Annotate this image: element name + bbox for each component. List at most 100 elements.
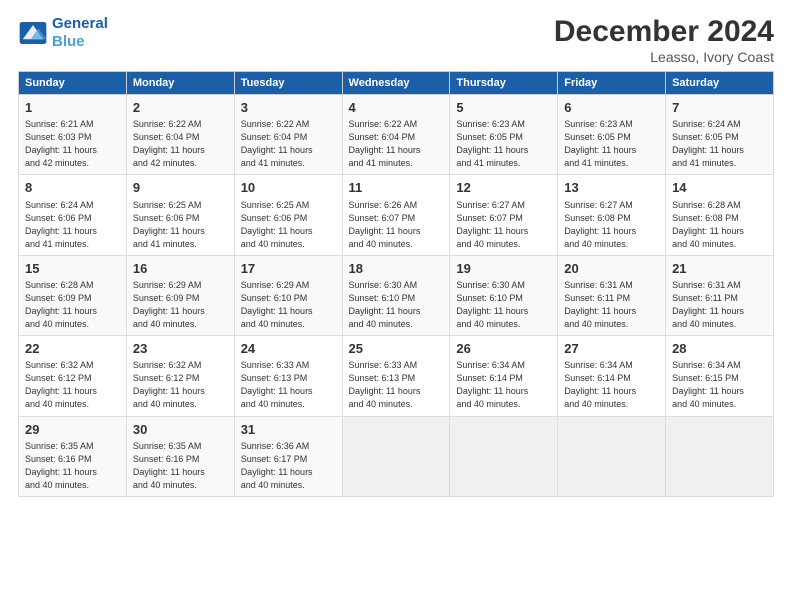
calendar-page: General Blue December 2024 Leasso, Ivory… [0, 0, 792, 612]
col-header-monday: Monday [126, 72, 234, 95]
day-number: 11 [349, 179, 444, 197]
month-title: December 2024 [554, 15, 774, 49]
day-number: 12 [456, 179, 551, 197]
day-cell: 9 Sunrise: 6:25 AM Sunset: 6:06 PM Daylig… [126, 175, 234, 255]
day-info: Sunrise: 6:34 AM Sunset: 6:14 PM Dayligh… [456, 359, 551, 411]
day-number: 18 [349, 260, 444, 278]
day-number: 17 [241, 260, 336, 278]
day-number: 27 [564, 340, 659, 358]
day-number: 21 [672, 260, 767, 278]
day-cell [342, 416, 450, 496]
logo-icon [18, 22, 48, 44]
day-number: 28 [672, 340, 767, 358]
day-cell: 23Sunrise: 6:32 AM Sunset: 6:12 PM Dayli… [126, 336, 234, 416]
day-cell: 29Sunrise: 6:35 AM Sunset: 6:16 PM Dayli… [19, 416, 127, 496]
day-cell: 13Sunrise: 6:27 AM Sunset: 6:08 PM Dayli… [558, 175, 666, 255]
day-cell: 8Sunrise: 6:24 AM Sunset: 6:06 PM Daylig… [19, 175, 127, 255]
day-cell: 3Sunrise: 6:22 AM Sunset: 6:04 PM Daylig… [234, 95, 342, 175]
week-row-4: 22 Sunrise: 6:32 AM Sunset: 6:12 PM Dayli… [19, 336, 774, 416]
day-cell [558, 416, 666, 496]
day-info: Sunrise: 6:35 AM Sunset: 6:16 PM Dayligh… [25, 440, 120, 492]
location-subtitle: Leasso, Ivory Coast [554, 49, 774, 65]
day-info: Sunrise: 6:35 AM Sunset: 6:16 PM Dayligh… [133, 440, 228, 492]
day-number: 25 [349, 340, 444, 358]
day-cell: 21Sunrise: 6:31 AM Sunset: 6:11 PM Dayli… [666, 255, 774, 335]
header: General Blue December 2024 Leasso, Ivory… [18, 15, 774, 65]
day-info: Sunrise: 6:32 AM Sunset: 6:12 PM Dayligh… [133, 359, 228, 411]
day-info: Sunrise: 6:27 AM Sunset: 6:07 PM Dayligh… [456, 199, 551, 251]
day-number: 26 [456, 340, 551, 358]
day-cell: 11 Sunrise: 6:26 AM Sunset: 6:07 PM Dayli… [342, 175, 450, 255]
day-number: 20 [564, 260, 659, 278]
day-cell: 14 Sunrise: 6:28 AM Sunset: 6:08 PM Dayli… [666, 175, 774, 255]
day-cell: 19Sunrise: 6:30 AM Sunset: 6:10 PM Dayli… [450, 255, 558, 335]
day-cell: 12 Sunrise: 6:27 AM Sunset: 6:07 PM Dayli… [450, 175, 558, 255]
day-info: Sunrise: 6:29 AM Sunset: 6:09 PM Dayligh… [133, 279, 228, 331]
day-info: Sunrise: 6:25 AM Sunset: 6:06 PM Dayligh… [133, 199, 228, 251]
day-info: Sunrise: 6:30 AM Sunset: 6:10 PM Dayligh… [349, 279, 444, 331]
day-cell: 6Sunrise: 6:23 AM Sunset: 6:05 PM Daylig… [558, 95, 666, 175]
week-row-5: 29Sunrise: 6:35 AM Sunset: 6:16 PM Dayli… [19, 416, 774, 496]
day-cell: 4Sunrise: 6:22 AM Sunset: 6:04 PM Daylig… [342, 95, 450, 175]
week-row-3: 15Sunrise: 6:28 AM Sunset: 6:09 PM Dayli… [19, 255, 774, 335]
day-cell: 16Sunrise: 6:29 AM Sunset: 6:09 PM Dayli… [126, 255, 234, 335]
day-number: 24 [241, 340, 336, 358]
day-cell: 18Sunrise: 6:30 AM Sunset: 6:10 PM Dayli… [342, 255, 450, 335]
day-number: 19 [456, 260, 551, 278]
calendar-table: SundayMondayTuesdayWednesdayThursdayFrid… [18, 71, 774, 497]
day-number: 2 [133, 99, 228, 117]
day-info: Sunrise: 6:22 AM Sunset: 6:04 PM Dayligh… [133, 118, 228, 170]
day-cell: 26Sunrise: 6:34 AM Sunset: 6:14 PM Dayli… [450, 336, 558, 416]
day-number: 6 [564, 99, 659, 117]
day-number: 31 [241, 421, 336, 439]
day-info: Sunrise: 6:28 AM Sunset: 6:08 PM Dayligh… [672, 199, 767, 251]
day-info: Sunrise: 6:22 AM Sunset: 6:04 PM Dayligh… [241, 118, 336, 170]
day-number: 9 [133, 179, 228, 197]
col-header-sunday: Sunday [19, 72, 127, 95]
title-block: December 2024 Leasso, Ivory Coast [554, 15, 774, 65]
day-cell: 5Sunrise: 6:23 AM Sunset: 6:05 PM Daylig… [450, 95, 558, 175]
day-number: 30 [133, 421, 228, 439]
day-info: Sunrise: 6:31 AM Sunset: 6:11 PM Dayligh… [564, 279, 659, 331]
day-cell: 22Sunrise: 6:32 AM Sunset: 6:12 PM Dayli… [19, 336, 127, 416]
week-row-2: 8Sunrise: 6:24 AM Sunset: 6:06 PM Daylig… [19, 175, 774, 255]
day-info: Sunrise: 6:27 AM Sunset: 6:08 PM Dayligh… [564, 199, 659, 251]
logo-line2: Blue [52, 33, 85, 50]
day-number: 5 [456, 99, 551, 117]
day-cell: 24Sunrise: 6:33 AM Sunset: 6:13 PM Dayli… [234, 336, 342, 416]
day-cell: 20Sunrise: 6:31 AM Sunset: 6:11 PM Dayli… [558, 255, 666, 335]
col-header-friday: Friday [558, 72, 666, 95]
day-cell: 31Sunrise: 6:36 AM Sunset: 6:17 PM Dayli… [234, 416, 342, 496]
day-number: 23 [133, 340, 228, 358]
day-number: 8 [25, 179, 120, 197]
day-number: 1 [25, 99, 120, 117]
day-info: Sunrise: 6:33 AM Sunset: 6:13 PM Dayligh… [241, 359, 336, 411]
day-cell: 7Sunrise: 6:24 AM Sunset: 6:05 PM Daylig… [666, 95, 774, 175]
day-info: Sunrise: 6:21 AM Sunset: 6:03 PM Dayligh… [25, 118, 120, 170]
day-info: Sunrise: 6:30 AM Sunset: 6:10 PM Dayligh… [456, 279, 551, 331]
day-cell: 28Sunrise: 6:34 AM Sunset: 6:15 PM Dayli… [666, 336, 774, 416]
day-number: 7 [672, 99, 767, 117]
day-info: Sunrise: 6:34 AM Sunset: 6:15 PM Dayligh… [672, 359, 767, 411]
logo-line1: General [52, 15, 108, 32]
day-cell: 1Sunrise: 6:21 AM Sunset: 6:03 PM Daylig… [19, 95, 127, 175]
day-number: 14 [672, 179, 767, 197]
day-cell: 10Sunrise: 6:25 AM Sunset: 6:06 PM Dayli… [234, 175, 342, 255]
day-cell: 25Sunrise: 6:33 AM Sunset: 6:13 PM Dayli… [342, 336, 450, 416]
day-info: Sunrise: 6:31 AM Sunset: 6:11 PM Dayligh… [672, 279, 767, 331]
col-header-tuesday: Tuesday [234, 72, 342, 95]
col-header-thursday: Thursday [450, 72, 558, 95]
header-row: SundayMondayTuesdayWednesdayThursdayFrid… [19, 72, 774, 95]
day-info: Sunrise: 6:36 AM Sunset: 6:17 PM Dayligh… [241, 440, 336, 492]
day-info: Sunrise: 6:24 AM Sunset: 6:05 PM Dayligh… [672, 118, 767, 170]
col-header-wednesday: Wednesday [342, 72, 450, 95]
logo-text: General Blue [52, 15, 108, 51]
day-info: Sunrise: 6:26 AM Sunset: 6:07 PM Dayligh… [349, 199, 444, 251]
day-cell: 17Sunrise: 6:29 AM Sunset: 6:10 PM Dayli… [234, 255, 342, 335]
day-info: Sunrise: 6:33 AM Sunset: 6:13 PM Dayligh… [349, 359, 444, 411]
day-cell: 2Sunrise: 6:22 AM Sunset: 6:04 PM Daylig… [126, 95, 234, 175]
day-number: 3 [241, 99, 336, 117]
day-number: 4 [349, 99, 444, 117]
day-number: 22 [25, 340, 120, 358]
day-cell: 15Sunrise: 6:28 AM Sunset: 6:09 PM Dayli… [19, 255, 127, 335]
